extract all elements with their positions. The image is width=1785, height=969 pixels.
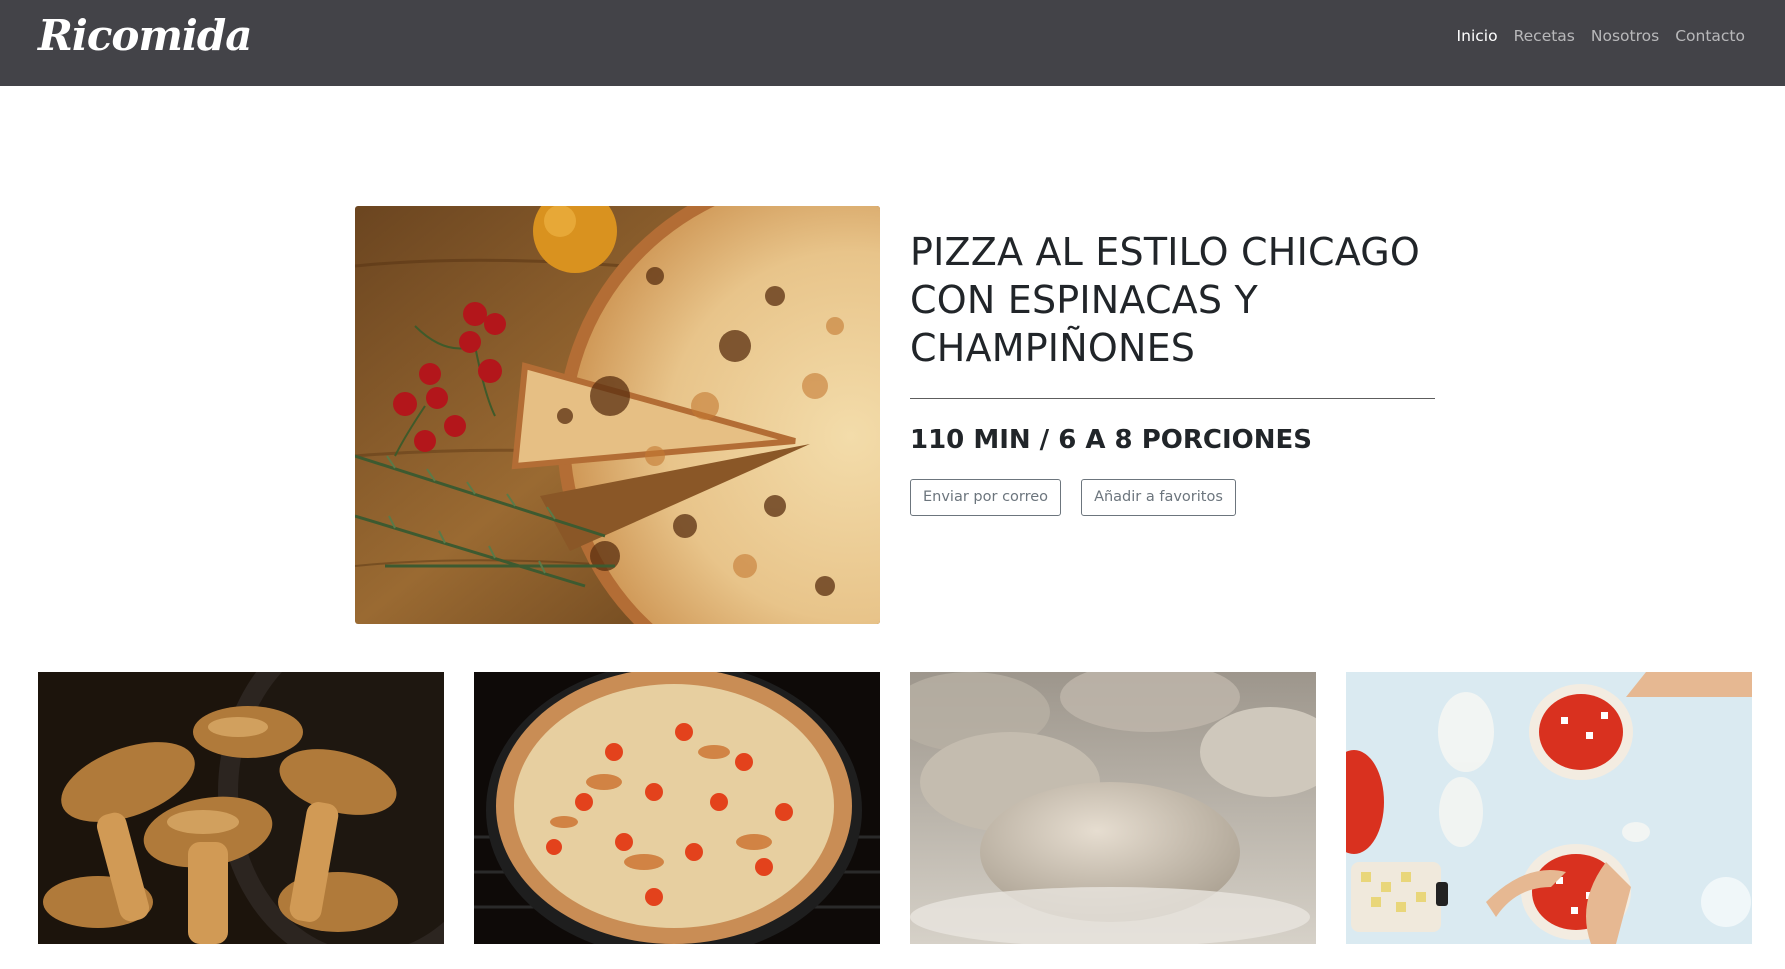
recipe-info: PIZZA AL ESTILO CHICAGO CON ESPINACAS Y … <box>910 228 1435 516</box>
brand-logo[interactable]: Ricomida <box>38 6 252 66</box>
email-button[interactable]: Enviar por correo <box>910 479 1062 516</box>
hero-pizza-image <box>355 206 880 624</box>
recipe-time-servings: 110 MIN / 6 A 8 PORCIONES <box>910 425 1312 455</box>
navbar: Ricomida Inicio Recetas Nosotros Contact… <box>0 0 1785 86</box>
gallery-image-dough[interactable] <box>910 672 1316 944</box>
nav-link-contacto[interactable]: Contacto <box>1675 24 1745 48</box>
main-nav: Inicio Recetas Nosotros Contacto <box>1457 24 1745 48</box>
divider <box>910 398 1435 399</box>
nav-link-nosotros[interactable]: Nosotros <box>1591 24 1659 48</box>
recipe-title-line: CHAMPIÑONES <box>910 326 1196 370</box>
recipe-title-line: PIZZA AL ESTILO CHICAGO <box>910 230 1420 274</box>
recipe-title: PIZZA AL ESTILO CHICAGO CON ESPINACAS Y … <box>910 228 1435 372</box>
gallery-image-mushrooms[interactable] <box>38 672 444 944</box>
gallery-image-pizza-prep[interactable] <box>1346 672 1752 944</box>
nav-link-inicio[interactable]: Inicio <box>1457 24 1498 48</box>
recipe-actions: Enviar por correo Añadir a favoritos <box>910 479 1435 516</box>
favorite-button[interactable]: Añadir a favoritos <box>1081 479 1236 516</box>
gallery-image-baked-pizza[interactable] <box>474 672 880 944</box>
nav-link-recetas[interactable]: Recetas <box>1514 24 1575 48</box>
recipe-title-line: CON ESPINACAS Y <box>910 278 1258 322</box>
